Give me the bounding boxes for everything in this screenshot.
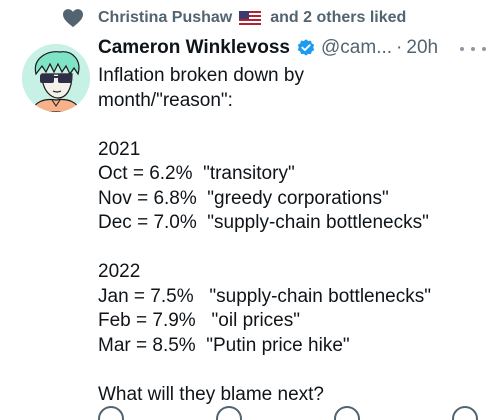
- tweet-line: [98, 236, 490, 261]
- avatar[interactable]: [22, 44, 90, 112]
- us-flag-icon: [239, 11, 262, 25]
- others-liked-text[interactable]: and 2 others liked: [270, 9, 406, 27]
- tweet-line: month/"reason":: [98, 89, 233, 111]
- tweet-text: Inflation broken down by month/"reason":…: [98, 64, 490, 407]
- tweet-line: 2022: [98, 261, 141, 282]
- tweet-line: 2021: [98, 138, 141, 160]
- verified-badge-icon: [297, 39, 315, 56]
- tweet-card[interactable]: Christina Pushaw and 2 others liked Came…: [0, 0, 500, 420]
- tweet-line: [98, 358, 490, 383]
- reply-icon[interactable]: [98, 406, 124, 420]
- tweet-line: Oct = 6.2% "transitory": [98, 163, 295, 184]
- timestamp[interactable]: 20h: [406, 37, 438, 59]
- tweet-line: Dec = 7.0% "supply-chain bottlenecks": [98, 212, 429, 233]
- tweet-line: Feb = 7.9% "oil prices": [98, 310, 300, 331]
- author-name[interactable]: Cameron Winklevoss: [98, 37, 290, 59]
- tweet-line: Mar = 8.5% "Putin price hike": [98, 334, 350, 356]
- social-context: Christina Pushaw and 2 others liked: [62, 8, 406, 28]
- heart-icon: [63, 9, 83, 28]
- tweet-line: What will they blame next?: [98, 383, 324, 405]
- tweet-line: Nov = 6.8% "greedy corporations": [98, 187, 389, 209]
- like-icon[interactable]: [334, 406, 360, 420]
- author-handle[interactable]: @cam...: [321, 37, 392, 59]
- liker-name[interactable]: Christina Pushaw: [98, 9, 232, 27]
- action-bar: [98, 406, 478, 420]
- tweet-line: Jan = 7.5% "supply-chain bottlenecks": [98, 285, 431, 307]
- more-options-icon[interactable]: [460, 40, 486, 58]
- tweet-line: Inflation broken down by: [98, 65, 304, 86]
- separator-dot: ·: [396, 37, 403, 58]
- retweet-icon[interactable]: [216, 406, 242, 420]
- avatar-illustration: [22, 44, 90, 112]
- tweet-header: Cameron Winklevoss @cam... · 20h: [98, 37, 486, 59]
- tweet-line: [98, 113, 490, 138]
- share-icon[interactable]: [452, 406, 478, 420]
